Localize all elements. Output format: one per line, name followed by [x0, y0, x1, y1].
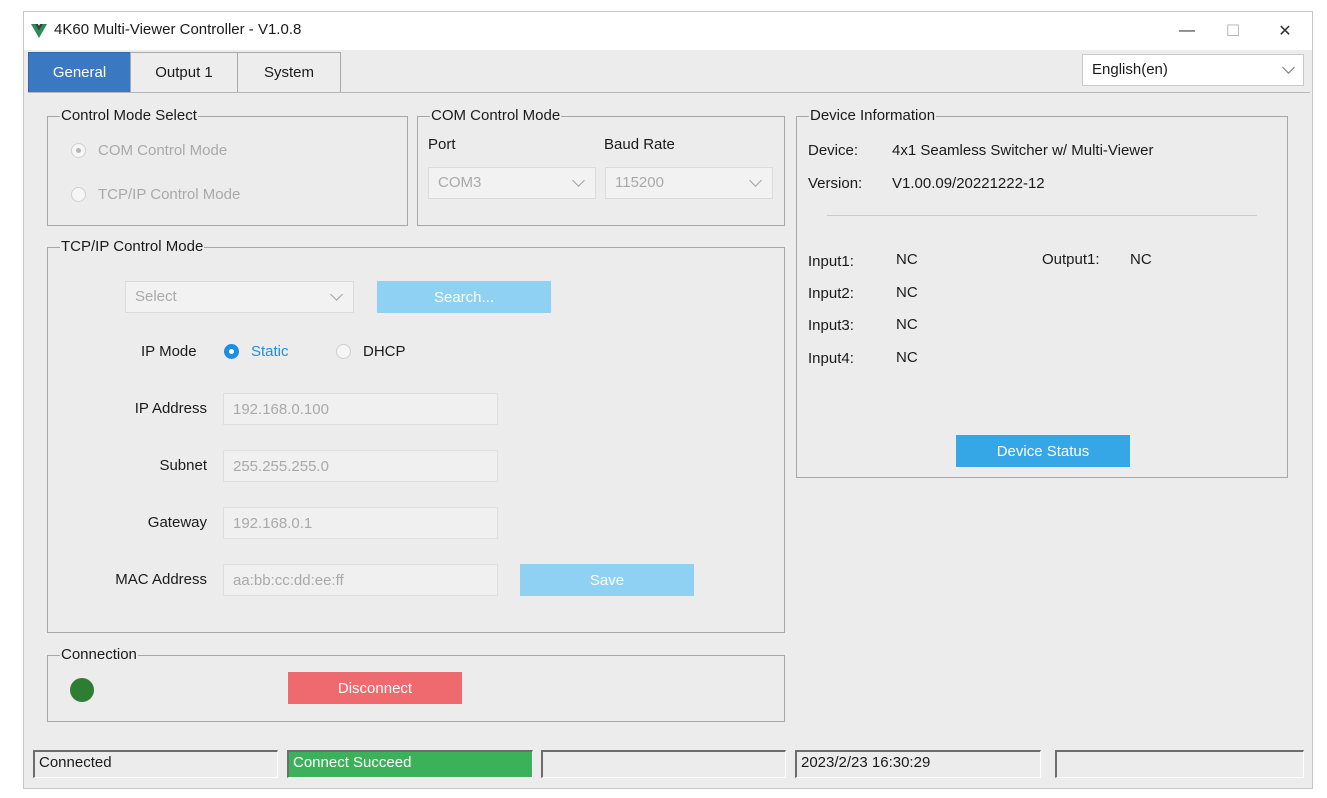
- baud-rate-value: 115200: [615, 174, 664, 191]
- connection-group: Connection Disconnect: [47, 646, 785, 722]
- status-connection-state: Connected: [33, 750, 278, 778]
- tab-general[interactable]: General: [28, 52, 131, 93]
- subnet-input[interactable]: [223, 450, 498, 482]
- input2-label: Input2:: [808, 285, 854, 302]
- ip-mode-label: IP Mode: [141, 343, 197, 360]
- minimize-icon: —: [1179, 22, 1195, 39]
- radio-selected-icon: [224, 344, 239, 359]
- tab-bar: General Output 1 System: [28, 52, 341, 93]
- save-button[interactable]: Save: [520, 564, 694, 596]
- mac-address-input[interactable]: [223, 564, 498, 596]
- minimize-button[interactable]: —: [1164, 15, 1210, 47]
- output1-label: Output1:: [1042, 251, 1100, 268]
- input3-label: Input3:: [808, 317, 854, 334]
- status-message: Connect Succeed: [287, 750, 533, 778]
- maximize-icon: ☐: [1225, 23, 1241, 40]
- device-select-value: Select: [135, 288, 177, 305]
- tcpip-control-mode-radio[interactable]: TCP/IP Control Mode: [71, 186, 240, 203]
- tab-system[interactable]: System: [237, 52, 341, 93]
- disconnect-button[interactable]: Disconnect: [288, 672, 462, 704]
- input1-value: NC: [896, 251, 918, 268]
- status-datetime: 2023/2/23 16:30:29: [795, 750, 1041, 778]
- version-value: V1.00.09/20221222-12: [892, 175, 1045, 192]
- connection-title: Connection: [60, 646, 138, 664]
- maximize-button[interactable]: ☐: [1210, 15, 1256, 47]
- chevron-down-icon: [572, 174, 585, 187]
- title-bar: 4K60 Multi-Viewer Controller - V1.0.8 — …: [24, 12, 1312, 50]
- dhcp-radio[interactable]: DHCP: [336, 343, 406, 360]
- static-radio[interactable]: Static: [224, 343, 289, 360]
- tcpip-control-title: TCP/IP Control Mode: [60, 238, 205, 256]
- device-status-button[interactable]: Device Status: [956, 435, 1130, 467]
- language-select[interactable]: English(en): [1082, 54, 1304, 86]
- com-control-mode-radio[interactable]: COM Control Mode: [71, 142, 227, 159]
- chevron-down-icon: [1282, 61, 1295, 74]
- device-value: 4x1 Seamless Switcher w/ Multi-Viewer: [892, 142, 1154, 159]
- input3-value: NC: [896, 316, 918, 333]
- gateway-label: Gateway: [147, 514, 207, 531]
- mac-address-label: MAC Address: [115, 571, 207, 588]
- app-window: 4K60 Multi-Viewer Controller - V1.0.8 — …: [23, 11, 1313, 789]
- radio-unselected-icon: [336, 344, 351, 359]
- app-logo-icon: [31, 24, 47, 38]
- tab-divider: [28, 92, 1310, 93]
- device-label: Device:: [808, 142, 859, 159]
- input2-value: NC: [896, 284, 918, 301]
- subnet-label: Subnet: [159, 457, 207, 474]
- baud-rate-label: Baud Rate: [604, 136, 675, 153]
- device-information-title: Device Information: [809, 107, 937, 125]
- chevron-down-icon: [749, 174, 762, 187]
- com-control-mode-label: COM Control Mode: [98, 142, 228, 159]
- chevron-down-icon: [330, 288, 343, 301]
- device-information-group: Device Information Device: 4x1 Seamless …: [796, 107, 1288, 478]
- gateway-input[interactable]: [223, 507, 498, 539]
- status-bar: Connected Connect Succeed 2023/2/23 16:3…: [24, 749, 1312, 788]
- language-value: English(en): [1092, 61, 1168, 78]
- ip-address-label: IP Address: [134, 400, 207, 417]
- tcpip-control-mode-label: TCP/IP Control Mode: [98, 186, 241, 203]
- status-empty-1: [541, 750, 786, 778]
- version-label: Version:: [808, 175, 863, 192]
- device-select[interactable]: Select: [125, 281, 354, 313]
- window-title: 4K60 Multi-Viewer Controller - V1.0.8: [54, 21, 302, 38]
- input1-label: Input1:: [808, 253, 854, 270]
- port-select[interactable]: COM3: [428, 167, 596, 199]
- tcpip-control-group: TCP/IP Control Mode Select Search... IP …: [47, 238, 785, 633]
- radio-unselected-icon: [71, 187, 86, 202]
- tab-output-1[interactable]: Output 1: [130, 52, 238, 93]
- search-button[interactable]: Search...: [377, 281, 551, 313]
- close-button[interactable]: ✕: [1262, 15, 1308, 47]
- com-control-group: COM Control Mode Port Baud Rate COM3 115…: [417, 107, 785, 226]
- radio-selected-icon: [71, 143, 86, 158]
- connection-status-led: [70, 678, 94, 702]
- baud-rate-select[interactable]: 115200: [605, 167, 773, 199]
- com-control-title: COM Control Mode: [430, 107, 562, 125]
- control-mode-title: Control Mode Select: [60, 107, 198, 125]
- ip-address-input[interactable]: [223, 393, 498, 425]
- dhcp-label: DHCP: [363, 343, 406, 360]
- close-icon: ✕: [1278, 23, 1292, 40]
- input4-label: Input4:: [808, 350, 854, 367]
- port-value: COM3: [438, 174, 482, 191]
- control-mode-group: Control Mode Select COM Control Mode TCP…: [47, 107, 408, 226]
- status-empty-2: [1055, 750, 1304, 778]
- port-label: Port: [428, 136, 456, 153]
- device-info-divider: [827, 215, 1257, 216]
- static-label: Static: [251, 343, 289, 360]
- output1-value: NC: [1130, 251, 1152, 268]
- input4-value: NC: [896, 349, 918, 366]
